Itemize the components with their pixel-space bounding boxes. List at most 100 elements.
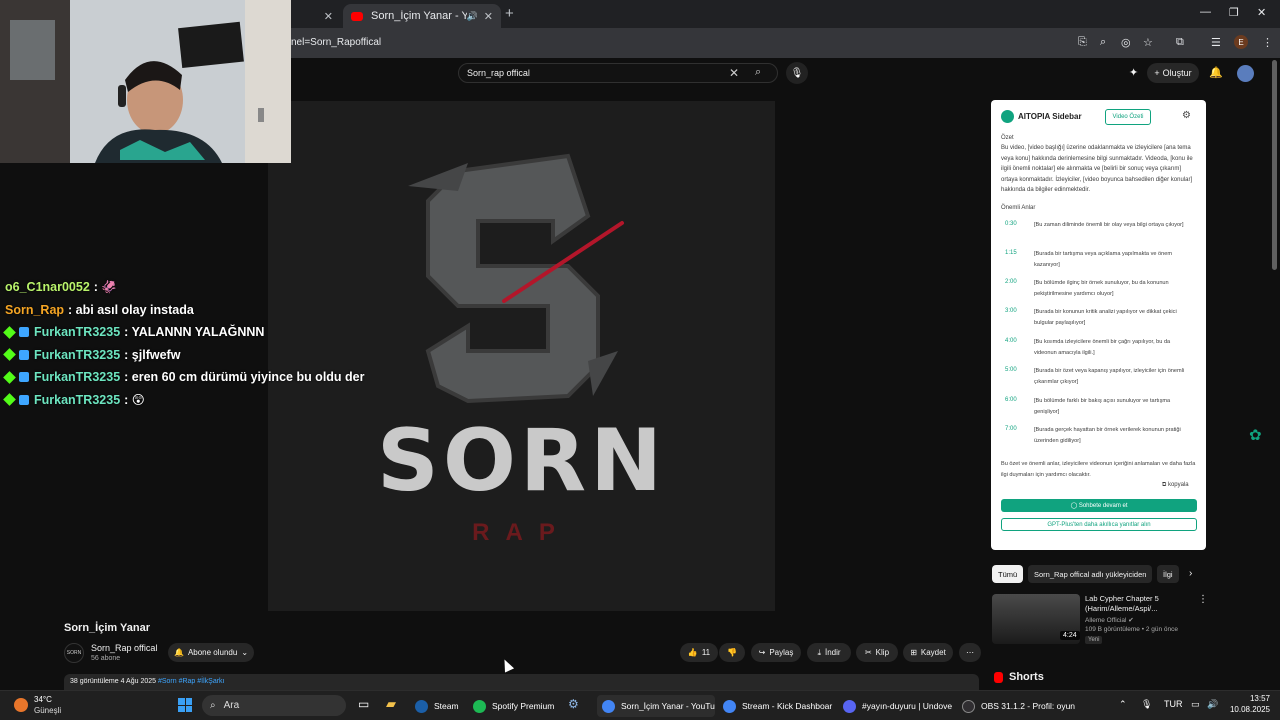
url-field[interactable]: nel=Sorn_Rapoffical — [291, 37, 381, 48]
share-button[interactable]: ↪ Paylaş — [751, 643, 801, 662]
extensions-icon[interactable]: ⧉ — [1176, 36, 1184, 49]
notifications-bell-icon[interactable]: 🔔 — [1209, 66, 1223, 79]
taskbar-app-kick-chrome[interactable]: Stream - Kick Dashboar — [718, 695, 836, 717]
moment-timestamp[interactable]: 3:00 — [1005, 308, 1017, 314]
more-vertical-icon[interactable]: ⋮ — [1198, 594, 1208, 605]
chip-from-uploader[interactable]: Sorn_Rap offical adlı yükleyiciden — [1028, 565, 1153, 583]
chevron-down-icon: ⌄ — [241, 648, 249, 657]
temperature[interactable]: 34°C — [34, 695, 52, 704]
moment-timestamp[interactable]: 4:00 — [1005, 338, 1017, 344]
search-input[interactable]: Sorn_rap offical — [467, 68, 530, 78]
aitopia-sidebar: AITOPIA Sidebar Video Özeti ⚙ Özet Bu vi… — [991, 100, 1206, 550]
weather-condition[interactable]: Güneşli — [34, 706, 61, 715]
subscribed-button[interactable]: 🔔 Abone olundu ⌄ — [168, 643, 254, 662]
search-box[interactable]: Sorn_rap offical ✕ ⌕ — [458, 63, 778, 83]
dislike-button[interactable]: 👎 — [719, 643, 745, 662]
account-avatar[interactable] — [1237, 65, 1254, 82]
moment-text: [Bu bölümde ilginç bir örnek sunuluyor, … — [1034, 280, 1169, 297]
page-scrollbar[interactable] — [1272, 60, 1277, 270]
like-count: 11 — [701, 648, 711, 657]
copy-button[interactable]: ⧉ kopyala — [1162, 482, 1189, 489]
close-tab-icon[interactable]: ✕ — [484, 10, 493, 23]
minimize-icon[interactable]: — — [1200, 6, 1211, 18]
more-actions-button[interactable]: ⋯ — [959, 643, 981, 662]
taskbar-app-obs[interactable]: OBS 31.1.2 - Profil: oyun — [957, 695, 1075, 717]
weather-sun-icon[interactable] — [14, 698, 28, 712]
profile-avatar[interactable]: E — [1234, 35, 1248, 49]
microphone-icon[interactable]: 🎙 — [786, 62, 808, 84]
new-tab-button[interactable]: + — [505, 5, 514, 22]
moment-timestamp[interactable]: 6:00 — [1005, 397, 1017, 403]
brand-subtitle: RAP — [472, 519, 571, 546]
moment-text: [Bu kısımda izleyicilere önemli bir çağr… — [1034, 339, 1171, 356]
taskbar-app-steam[interactable]: Steam — [410, 695, 464, 717]
tray-expand-icon[interactable]: ⌃ — [1119, 699, 1127, 710]
speaker-icon[interactable]: 🔊 — [467, 11, 478, 22]
video-summary-button[interactable]: Video Özeti — [1105, 109, 1151, 125]
create-button[interactable]: + Oluştur — [1147, 63, 1199, 83]
reading-list-icon[interactable]: ☰ — [1211, 36, 1221, 49]
founder-badge-icon — [19, 349, 29, 360]
clear-search-icon[interactable]: ✕ — [729, 66, 739, 80]
recommended-video-title[interactable]: Lab Cypher Chapter 5 (Harim/Alleme/Aspi/… — [1085, 594, 1185, 614]
hashtags[interactable]: #Sorn #Rap #İlkŞarkı — [158, 678, 225, 685]
task-view-icon[interactable]: ▭ — [358, 697, 369, 711]
browser-tab-active[interactable]: Sorn_İçim Yanar - YouTube 🔊 ✕ — [343, 4, 501, 28]
clock-time[interactable]: 13:57 — [1222, 694, 1270, 703]
more-menu-icon[interactable]: ⋮ — [1262, 36, 1273, 49]
chip-related[interactable]: İlgi — [1157, 565, 1179, 583]
close-tab-icon[interactable]: ✕ — [324, 10, 333, 23]
like-button[interactable]: 👍 11 — [680, 643, 718, 662]
channel-name[interactable]: Sorn_Rap offical — [91, 643, 157, 653]
chat-username: FurkanTR3235 — [34, 325, 121, 340]
aitopia-float-icon[interactable]: ✿ — [1249, 426, 1262, 444]
chip-all[interactable]: Tümü — [992, 565, 1024, 583]
save-button[interactable]: ⊞ Kaydet — [903, 643, 953, 662]
moment-timestamp[interactable]: 7:00 — [1005, 426, 1017, 432]
app-gear-icon[interactable]: ⚙ — [568, 697, 579, 711]
taskbar-app-youtube-chrome[interactable]: Sorn_İçim Yanar - YouTu — [597, 695, 715, 717]
volume-icon[interactable]: 🔊 — [1207, 699, 1218, 710]
bookmark-star-icon[interactable]: ☆ — [1143, 36, 1153, 49]
moment-timestamp[interactable]: 0:30 — [1005, 221, 1017, 227]
eye-off-icon[interactable]: ◎ — [1121, 36, 1131, 49]
continue-chat-button[interactable]: ◯ Sohbete devam et — [1001, 499, 1197, 512]
restore-icon[interactable]: ❐ — [1229, 6, 1239, 19]
moments-heading: Önemli Anlar — [1001, 205, 1036, 211]
zoom-icon[interactable]: ⌕ — [1100, 36, 1106, 49]
chevron-right-icon[interactable]: › — [1189, 568, 1192, 579]
network-icon[interactable]: ▭ — [1191, 699, 1200, 710]
taskbar-app-spotify[interactable]: Spotify Premium — [468, 695, 559, 717]
more-horizontal-icon: ⋯ — [966, 648, 974, 657]
extension-puzzle-icon[interactable]: ✦ — [1129, 66, 1138, 79]
description-box[interactable]: 38 görüntüleme 4 Ağu 2025 #Sorn #Rap #İl… — [64, 674, 979, 690]
gear-icon[interactable]: ⚙ — [1182, 110, 1191, 121]
chat-text: : abi asıl olay instada — [68, 302, 194, 317]
microphone-icon[interactable]: 🎙 — [1141, 699, 1152, 710]
taskbar-search-placeholder: Ara — [223, 700, 240, 711]
recommended-channel[interactable]: Alleme Official ✔ — [1085, 616, 1134, 624]
file-explorer-icon[interactable]: ▰ — [386, 696, 396, 712]
search-icon[interactable]: ⌕ — [755, 66, 761, 79]
taskbar-app-discord[interactable]: #yayın-duyuru | Undove — [838, 695, 954, 717]
taskbar-search[interactable]: ⌕ Ara — [202, 695, 346, 716]
moment-timestamp[interactable]: 2:00 — [1005, 279, 1017, 285]
keyboard-language[interactable]: TUR — [1164, 699, 1183, 709]
download-button[interactable]: ⤓ İndir — [807, 643, 851, 662]
browser-tab[interactable]: ✕ — [291, 4, 341, 28]
close-window-icon[interactable]: ✕ — [1257, 6, 1266, 19]
moment-text: [Bu zaman diliminde önemli bir olay veya… — [1034, 222, 1184, 228]
channel-avatar[interactable]: SORN — [64, 643, 84, 663]
taskbar-app-label: Steam — [434, 701, 459, 711]
clock-date[interactable]: 10.08.2025 — [1222, 705, 1270, 714]
moment-timestamp[interactable]: 5:00 — [1005, 367, 1017, 373]
clip-button[interactable]: ✂ Klip — [856, 643, 898, 662]
chat-text: : eren 60 cm dürümü yiyince bu oldu der — [124, 370, 365, 385]
chat-username: FurkanTR3235 — [34, 370, 121, 385]
gpt-plus-button[interactable]: GPT-Plus'ten daha akıllıca yanıtlar alın — [1001, 518, 1197, 531]
install-app-icon[interactable]: ⎘ — [1078, 36, 1087, 49]
youtube-favicon-icon — [351, 11, 363, 21]
moment-timestamp[interactable]: 1:15 — [1005, 250, 1017, 256]
windows-start-icon[interactable] — [178, 698, 192, 712]
search-icon: ⌕ — [210, 700, 216, 711]
